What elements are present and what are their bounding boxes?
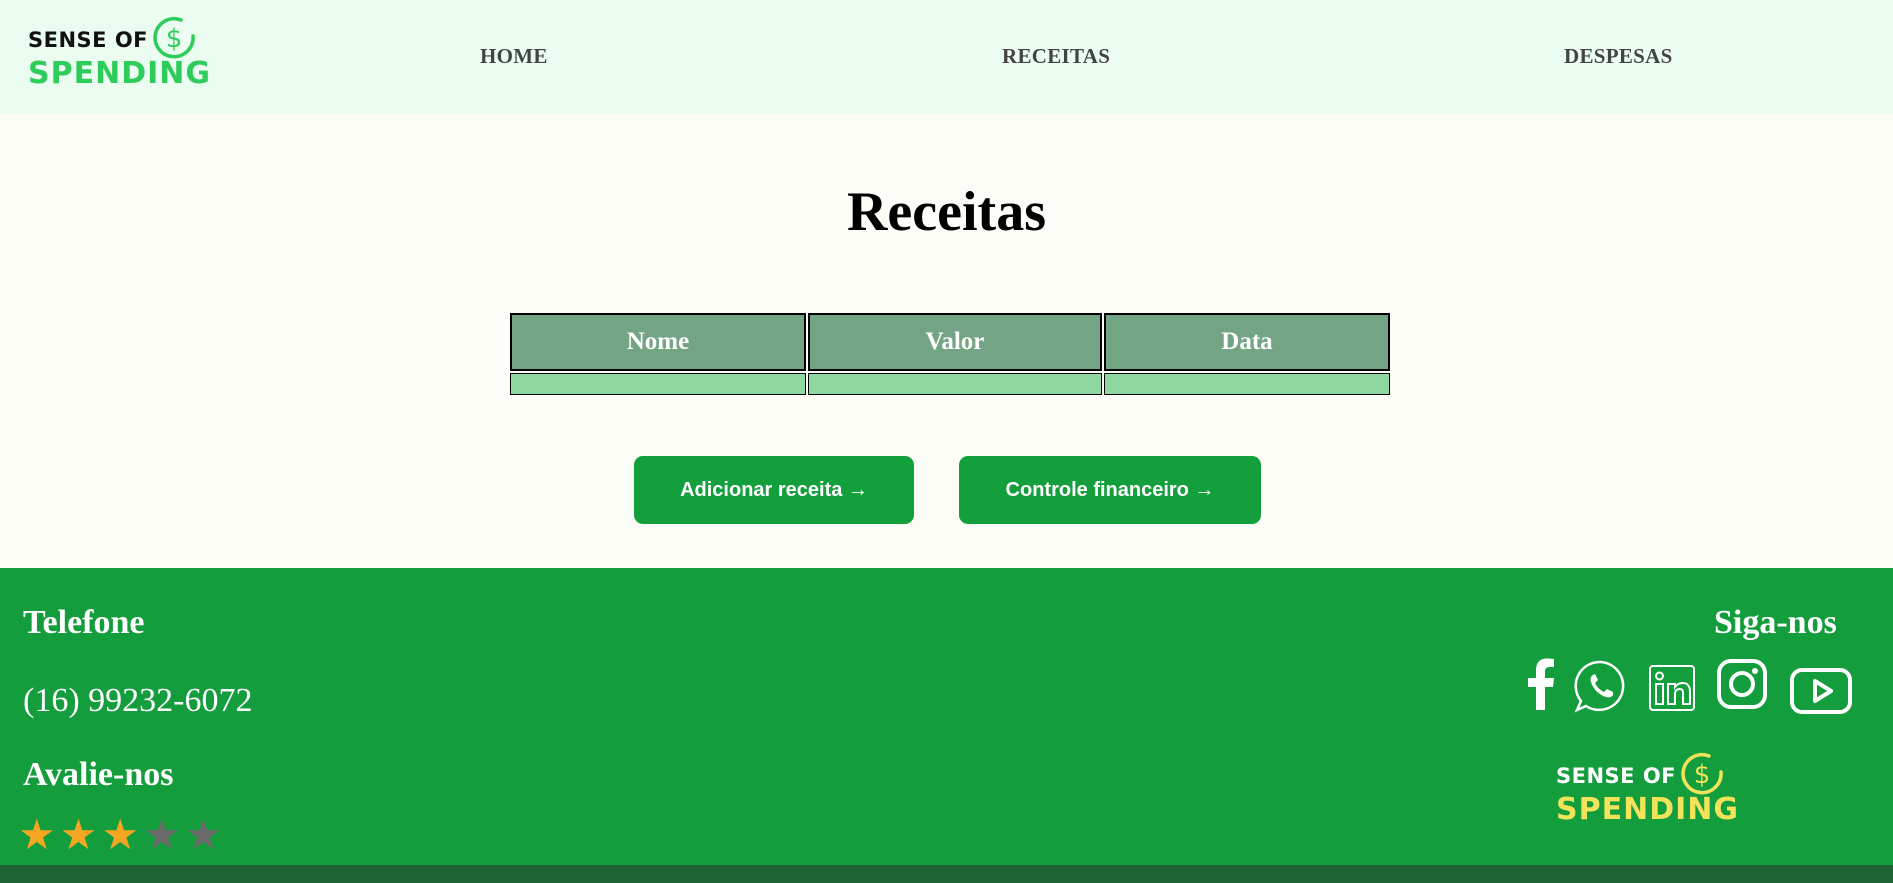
site-header: SENSE OF SPENDING $ HOME RECEITAS DESPES… xyxy=(0,0,1893,114)
footer-brand-logo[interactable]: SENSE OF SPENDING $ xyxy=(1556,750,1746,830)
footer-brand-line1: SENSE OF xyxy=(1556,764,1677,788)
phone-heading: Telefone xyxy=(23,604,145,641)
footer-bottom-bar xyxy=(0,865,1893,883)
brand-line1: SENSE OF xyxy=(28,28,149,52)
star-icon[interactable]: ★ xyxy=(101,814,139,856)
column-header-nome: Nome xyxy=(510,313,806,371)
youtube-icon[interactable] xyxy=(1790,668,1852,719)
column-header-data: Data xyxy=(1104,313,1390,371)
page-title: Receitas xyxy=(846,181,1046,243)
nav-receitas[interactable]: RECEITAS xyxy=(1002,44,1110,69)
star-rating[interactable]: ★ ★ ★ ★ ★ xyxy=(18,814,222,856)
instagram-icon[interactable] xyxy=(1716,658,1768,715)
site-footer: Telefone (16) 99232-6072 Avalie-nos ★ ★ … xyxy=(0,568,1893,865)
star-icon[interactable]: ★ xyxy=(60,814,98,856)
table-header-row: Nome Valor Data xyxy=(510,313,1390,371)
star-icon[interactable]: ★ xyxy=(185,814,223,856)
svg-text:$: $ xyxy=(166,24,183,54)
star-icon[interactable]: ★ xyxy=(143,814,181,856)
phone-number[interactable]: (16) 99232-6072 xyxy=(23,682,252,720)
column-header-valor: Valor xyxy=(808,313,1102,371)
table-cell xyxy=(1104,373,1390,395)
table-cell xyxy=(808,373,1102,395)
table-cell xyxy=(510,373,806,395)
receitas-table: Nome Valor Data xyxy=(508,311,1392,397)
dollar-coin-icon: $ xyxy=(153,16,195,59)
controle-financeiro-button[interactable]: Controle financeiro → xyxy=(959,456,1261,524)
follow-heading: Siga-nos xyxy=(1714,604,1837,641)
dollar-coin-icon: $ xyxy=(1681,752,1723,795)
nav-despesas[interactable]: DESPESAS xyxy=(1564,44,1673,69)
facebook-icon[interactable] xyxy=(1526,658,1556,715)
add-receita-button[interactable]: Adicionar receita → xyxy=(634,456,914,524)
star-icon[interactable]: ★ xyxy=(18,814,56,856)
table-row xyxy=(510,373,1390,395)
whatsapp-icon[interactable] xyxy=(1574,660,1628,719)
rating-heading: Avalie-nos xyxy=(23,756,174,793)
svg-text:$: $ xyxy=(1694,760,1711,790)
nav-home[interactable]: HOME xyxy=(480,44,548,69)
linkedin-icon[interactable] xyxy=(1648,664,1696,717)
brand-logo[interactable]: SENSE OF SPENDING $ xyxy=(28,14,210,91)
